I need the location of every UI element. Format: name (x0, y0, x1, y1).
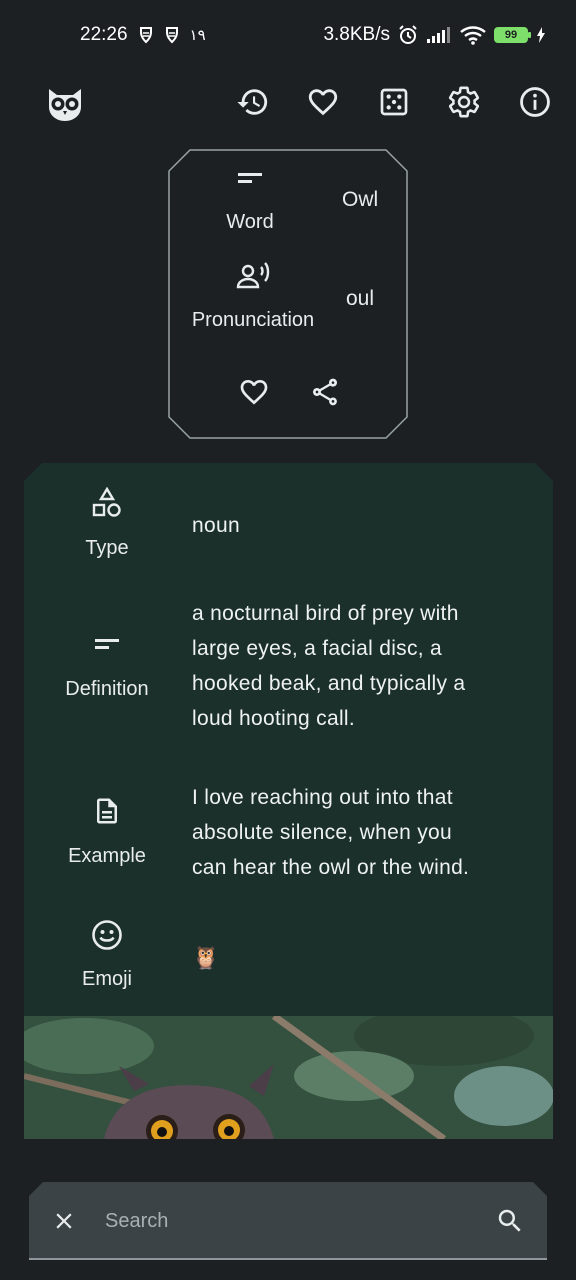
word-value: Owl (342, 188, 379, 211)
status-extra: ۱۹ (189, 27, 206, 44)
network-speed: 3.8KB/s (323, 24, 390, 45)
word-icon (228, 169, 272, 189)
example-label: Example (68, 845, 146, 867)
emoji-value: 🦉 (192, 945, 220, 970)
owl-logo-icon[interactable] (44, 82, 86, 124)
pronunciation-label: Pronunciation (191, 309, 315, 331)
word-label: Word (226, 211, 274, 233)
search-input[interactable] (105, 1200, 475, 1242)
alarm-icon (398, 25, 418, 45)
share-icon[interactable] (308, 376, 342, 410)
definition-value: a nocturnal bird of prey with large eyes… (192, 596, 532, 736)
example-line: can hear the owl or the wind. (192, 856, 470, 879)
close-icon[interactable] (51, 1208, 77, 1234)
shapes-icon (24, 487, 190, 519)
definition-line: hooked beak, and typically a (192, 672, 466, 695)
definition-line: a nocturnal bird of prey with (192, 602, 459, 625)
definition-panel: Type noun Definition a nocturnal bird of… (24, 463, 553, 1018)
vpn-icon (164, 26, 180, 44)
definition-line: loud hooting call. (192, 707, 356, 730)
status-time: 22:26 (80, 24, 128, 45)
favorite-heart-icon[interactable] (236, 376, 272, 410)
pronunciation-icon (232, 261, 276, 291)
status-bar: 22:26 ۱۹ 3.8KB/s 99 (0, 0, 576, 70)
battery-indicator: 99 (494, 27, 531, 43)
settings-icon[interactable] (446, 84, 482, 120)
wifi-icon (460, 25, 486, 45)
signal-icon (426, 26, 452, 44)
heart-icon[interactable] (305, 84, 341, 120)
type-value: noun (192, 514, 240, 537)
smiley-icon (24, 919, 190, 951)
search-bar (29, 1182, 547, 1260)
example-line: absolute silence, when you (192, 821, 452, 844)
example-value: I love reaching out into that absolute s… (192, 780, 532, 885)
dice-icon[interactable] (376, 84, 412, 120)
pronunciation-value: oul (346, 287, 375, 310)
definition-line: large eyes, a facial disc, a (192, 637, 443, 660)
definition-icon (24, 635, 190, 655)
emoji-label: Emoji (81, 968, 132, 990)
type-label: Type (85, 537, 129, 559)
toolbar (0, 72, 576, 132)
owl-photo (24, 1016, 553, 1139)
definition-label: Definition (65, 678, 149, 700)
vpn-icon (138, 26, 154, 44)
history-icon[interactable] (235, 84, 271, 120)
word-card: Word Owl Pronunciation oul (168, 149, 408, 439)
document-icon (24, 795, 190, 827)
search-area (0, 1162, 576, 1280)
search-icon[interactable] (495, 1206, 525, 1236)
info-icon[interactable] (517, 84, 553, 120)
example-line: I love reaching out into that (192, 786, 453, 809)
charging-icon (536, 27, 546, 43)
